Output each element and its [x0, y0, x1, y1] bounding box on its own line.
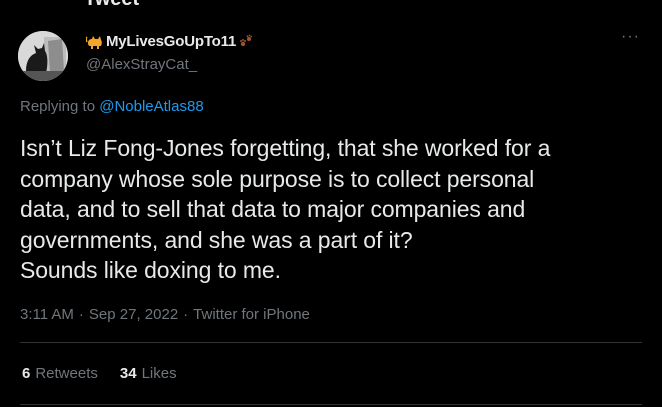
more-options-button[interactable]: ···	[621, 28, 640, 46]
cat-emoji-icon	[85, 34, 104, 50]
author-handle[interactable]: @AlexStrayCat_	[86, 56, 197, 73]
likes-label: Likes	[141, 365, 177, 382]
author-name-row[interactable]: MyLivesGoUpTo11	[85, 33, 256, 50]
retweets-count: 6	[22, 365, 31, 382]
divider	[20, 342, 642, 343]
divider	[20, 404, 642, 405]
meta-separator: ·	[78, 306, 84, 323]
tweet-text: Isn’t Liz Fong-Jones forgetting, that sh…	[20, 135, 551, 283]
tweet-date[interactable]: Sep 27, 2022	[89, 306, 178, 323]
tweet-meta: 3:11 AM · Sep 27, 2022 · Twitter for iPh…	[20, 306, 310, 323]
tweet-time[interactable]: 3:11 AM	[20, 306, 74, 323]
tweet-source[interactable]: Twitter for iPhone	[193, 306, 310, 323]
likes-stat[interactable]: 34 Likes	[120, 365, 177, 382]
meta-separator: ·	[183, 306, 189, 323]
avatar[interactable]	[18, 31, 68, 81]
replying-to: Replying to @NobleAtlas88	[20, 98, 204, 115]
cat-avatar-image	[18, 31, 68, 81]
retweets-stat[interactable]: 6 Retweets	[22, 365, 98, 382]
replying-to-label: Replying to	[20, 98, 96, 115]
author-display-name[interactable]: MyLivesGoUpTo11	[106, 33, 236, 50]
paw-prints-icon	[238, 34, 256, 50]
page-title-cut: Tweet	[84, 0, 139, 11]
tweet-stats: 6 Retweets 34 Likes	[22, 365, 177, 382]
retweets-label: Retweets	[35, 365, 98, 382]
replying-to-mention-link[interactable]: @NobleAtlas88	[99, 98, 203, 115]
likes-count: 34	[119, 365, 137, 382]
